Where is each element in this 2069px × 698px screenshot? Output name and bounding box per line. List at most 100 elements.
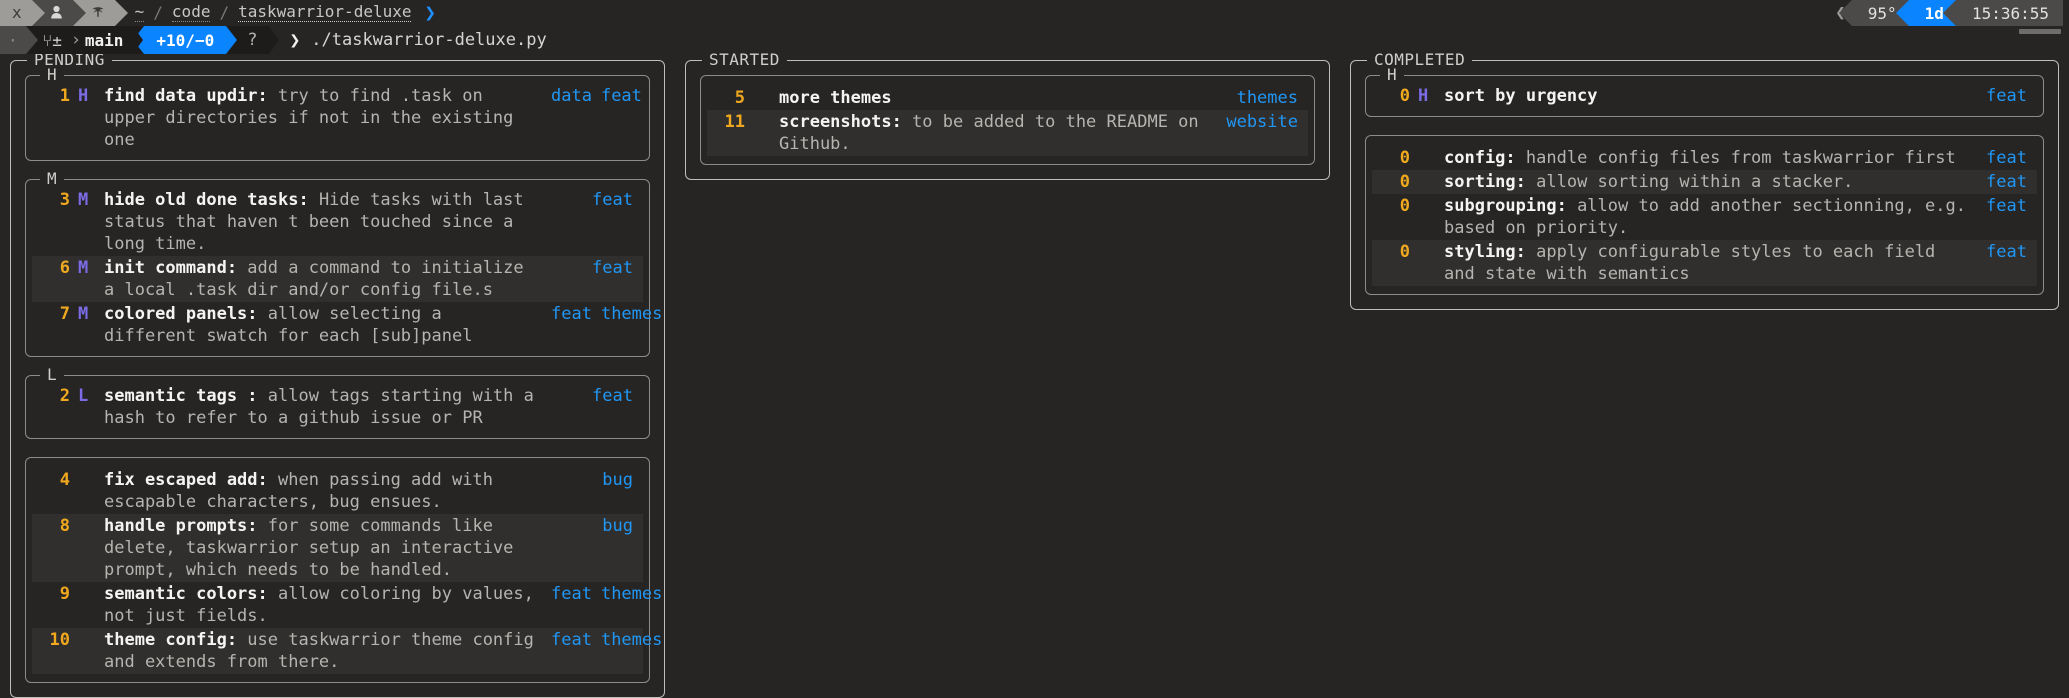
task-tag[interactable]: feat <box>1986 242 2027 262</box>
task-tag[interactable]: bug <box>602 516 633 536</box>
segment-arrow-icon <box>1895 0 1909 26</box>
task-title: init command: <box>104 258 238 278</box>
task-title: semantic tags : <box>104 386 258 406</box>
task-body: more themes <box>779 87 1237 109</box>
task-tag[interactable]: feat <box>551 304 592 324</box>
git-untracked-marker: ? <box>247 30 258 50</box>
task-tag[interactable]: themes <box>601 304 662 324</box>
task-row[interactable]: 11 screenshots: to be added to the README… <box>707 110 1308 156</box>
task-row[interactable]: 0 subgrouping: allow to add another secti… <box>1372 194 2037 240</box>
task-tag[interactable]: themes <box>601 584 662 604</box>
segment-arrow-icon <box>71 26 80 54</box>
task-row[interactable]: 9 semantic colors: allow coloring by valu… <box>32 582 663 628</box>
task-tag[interactable]: feat <box>592 386 633 406</box>
task-tag[interactable]: themes <box>1237 88 1298 108</box>
task-tag[interactable]: feat <box>592 190 633 210</box>
uptime-value: 1d <box>1924 3 1944 23</box>
task-group-l: L 2 Lsemantic tags : allow tags starting w… <box>25 366 650 439</box>
task-row[interactable]: 7 Mcolored panels: allow selecting a diff… <box>32 302 663 348</box>
task-body: colored panels: allow selecting a differ… <box>104 303 551 347</box>
command-text: ./taskwarrior-deluxe.py <box>311 30 547 50</box>
task-id: 2 <box>59 386 70 406</box>
path-part-project[interactable]: taskwarrior-deluxe <box>238 4 412 22</box>
segment-arrow-icon <box>1838 0 1852 26</box>
scrollbar-indicator[interactable] <box>2019 29 2061 34</box>
task-body: subgrouping: allow to add another sectio… <box>1444 195 1986 239</box>
git-diff-segment[interactable]: +10/−0 <box>133 26 238 54</box>
task-group-h: H 0 Hsort by urgency feat <box>1365 66 2044 117</box>
task-title: more themes <box>779 88 892 108</box>
task-row[interactable]: 5 more themes themes <box>707 86 1308 110</box>
task-title: sorting: <box>1444 172 1526 192</box>
task-tag[interactable]: data <box>551 86 592 106</box>
task-group-label: L <box>40 366 64 384</box>
segment-arrow-icon <box>226 26 238 54</box>
segment-arrow-icon <box>269 26 280 54</box>
task-tag[interactable]: feat <box>1986 148 2027 168</box>
task-row[interactable]: 1 Hfind data updir: try to find .task on … <box>32 84 643 152</box>
task-group-label: H <box>40 66 64 84</box>
task-row[interactable]: 4 fix escaped add: when passing add with … <box>32 468 643 514</box>
task-body: handle prompts: for some commands like d… <box>104 515 551 581</box>
task-tag[interactable]: feat <box>551 584 592 604</box>
palm-tree-icon <box>91 5 105 22</box>
task-title: subgrouping: <box>1444 196 1567 216</box>
prompt-status-segment: · <box>0 26 38 54</box>
panel-pending: PENDING H 1 Hfind data updir: try to find … <box>10 51 665 698</box>
task-row[interactable]: 0 Hsort by urgency feat <box>1372 84 2037 108</box>
path-part-code[interactable]: code <box>171 4 211 22</box>
task-priority: H <box>1418 86 1429 106</box>
task-title: find data updir: <box>104 86 268 106</box>
task-tags: feat <box>551 257 633 279</box>
task-body: find data updir: try to find .task on up… <box>104 85 551 151</box>
task-board: PENDING H 1 Hfind data updir: try to find … <box>0 51 2069 698</box>
task-group-h: H 1 Hfind data updir: try to find .task on… <box>25 66 650 161</box>
task-row[interactable]: 0 styling: apply configurable styles to e… <box>1372 240 2037 286</box>
task-group-none: 0 config: handle config files from taskwa… <box>1365 135 2044 295</box>
task-id: 0 <box>1399 86 1410 106</box>
task-row[interactable]: 6 Minit command: add a command to initial… <box>32 256 643 302</box>
task-row[interactable]: 0 config: handle config files from taskwa… <box>1372 146 2037 170</box>
path-separator-icon: / <box>153 3 163 22</box>
task-row[interactable]: 10 theme config: use taskwarrior theme co… <box>32 628 662 674</box>
task-tag[interactable]: feat <box>551 630 592 650</box>
column-completed: COMPLETED H 0 Hsort by urgency feat 0 config:… <box>1340 51 2069 310</box>
task-tags: feat <box>1986 147 2027 169</box>
task-row[interactable]: 8 handle prompts: for some commands like … <box>32 514 643 582</box>
task-row[interactable]: 0 sorting: allow sorting within a stacker… <box>1372 170 2037 194</box>
task-tag[interactable]: themes <box>601 630 662 650</box>
task-id: 0 <box>1399 148 1410 168</box>
task-tag[interactable]: feat <box>601 86 642 106</box>
task-tag[interactable]: feat <box>592 258 633 278</box>
breadcrumb-segment-xlogo[interactable]: x <box>0 0 45 26</box>
task-tag[interactable]: bug <box>602 470 633 490</box>
task-tags: feat themes <box>551 629 662 651</box>
task-tags: feat <box>551 385 633 407</box>
git-untracked-segment[interactable]: ? <box>237 26 280 54</box>
task-tag[interactable]: feat <box>1986 196 2027 216</box>
task-body: hide old done tasks: Hide tasks with las… <box>104 189 551 255</box>
task-body: config: handle config files from taskwar… <box>1444 147 1986 169</box>
task-tag[interactable]: feat <box>1986 172 2027 192</box>
task-title: config: <box>1444 148 1516 168</box>
task-title: handle prompts: <box>104 516 258 536</box>
task-id: 6 <box>59 258 70 278</box>
task-id: 5 <box>734 88 745 108</box>
clock-widget[interactable]: 15:36:55 <box>1942 0 2063 26</box>
person-icon <box>50 5 63 22</box>
task-title: semantic colors: <box>104 584 268 604</box>
task-title: sort by urgency <box>1444 86 1598 106</box>
task-id: 0 <box>1399 242 1410 262</box>
task-row[interactable]: 2 Lsemantic tags : allow tags starting wi… <box>32 384 643 430</box>
column-pending: PENDING H 1 Hfind data updir: try to find … <box>0 51 675 698</box>
task-tag[interactable]: feat <box>1986 86 2027 106</box>
command-line[interactable]: ❯ ./taskwarrior-deluxe.py <box>269 26 2069 54</box>
task-row[interactable]: 3 Mhide old done tasks: Hide tasks with l… <box>32 188 643 256</box>
task-id: 3 <box>59 190 70 210</box>
git-diff-counts: +10/−0 <box>144 26 227 54</box>
task-tags: feat themes <box>551 583 662 605</box>
breadcrumb-path[interactable]: ~ / code / taskwarrior-deluxe ❯ <box>114 0 440 26</box>
panel-completed: COMPLETED H 0 Hsort by urgency feat 0 config:… <box>1350 51 2059 310</box>
task-tag[interactable]: website <box>1226 112 1298 132</box>
task-priority: M <box>78 304 89 324</box>
